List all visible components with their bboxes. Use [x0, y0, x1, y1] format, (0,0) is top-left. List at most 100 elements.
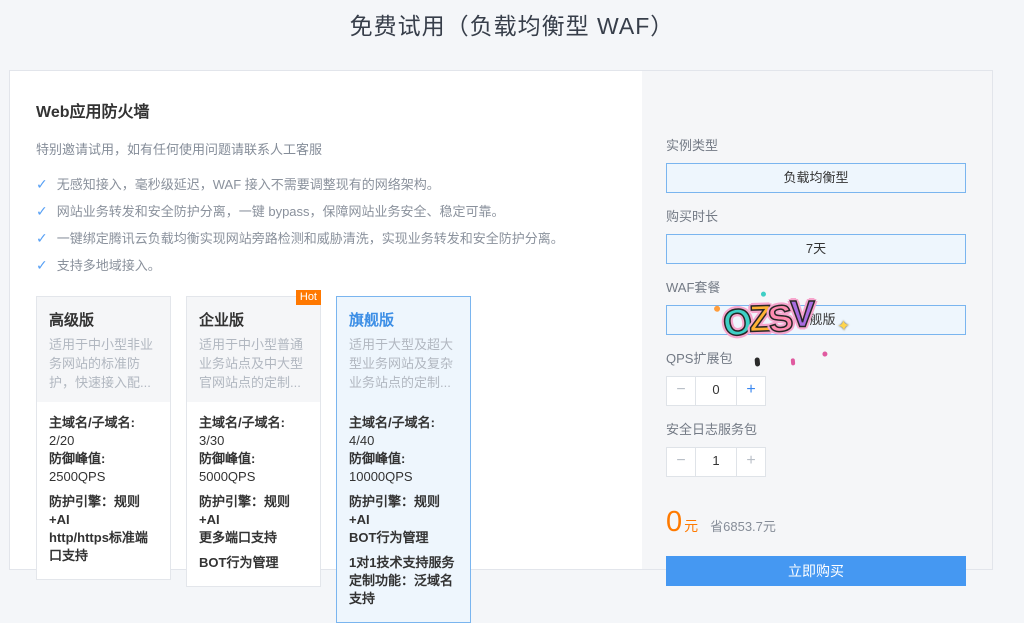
spec-label: http/https标准端口支持	[49, 530, 148, 563]
duration-select[interactable]: 7天	[666, 234, 966, 264]
spec-group: 防护引擎：规则+AI BOT行为管理	[349, 493, 458, 547]
spec-value: 10000QPS	[349, 469, 413, 484]
spec-line: 防御峰值: 5000QPS	[199, 450, 308, 486]
qps-pack-stepper: − 0 +	[666, 376, 766, 406]
order-config-sidebar: 实例类型 负载均衡型 购买时长 7天 WAF套餐 旗舰版 QPS扩展包 − 0 …	[642, 71, 992, 569]
instance-type-select[interactable]: 负载均衡型	[666, 163, 966, 193]
spec-label: 更多端口支持	[199, 530, 277, 545]
spec-line: 1对1技术支持服务	[349, 554, 458, 572]
spec-label: 防护引擎：规则+AI	[199, 494, 290, 527]
feature-text: 网站业务转发和安全防护分离，一键 bypass，保障网站业务安全、稳定可靠。	[57, 204, 505, 219]
product-subtitle: 特别邀请试用，如有任何使用问题请联系人工客服	[36, 139, 623, 158]
plan-header: 企业版 适用于中小型普通业务站点及中大型官网站点的定制...	[187, 297, 320, 402]
plan-description: 适用于中小型非业务网站的标准防护，快速接入配...	[49, 335, 158, 392]
plan-specs: 主域名/子域名: 3/30 防御峰值: 5000QPS 防护引擎：规则+AI 更…	[187, 402, 320, 586]
spec-value: 2500QPS	[49, 469, 105, 484]
spec-line: http/https标准端口支持	[49, 529, 158, 565]
plan-card-enterprise[interactable]: Hot 企业版 适用于中小型普通业务站点及中大型官网站点的定制... 主域名/子…	[186, 296, 321, 587]
plus-icon[interactable]: +	[737, 448, 765, 476]
spec-label: 防护引擎：规则+AI	[349, 494, 440, 527]
spec-group: 1对1技术支持服务 定制功能：泛域名支持	[349, 554, 458, 608]
plan-card-flagship[interactable]: 旗舰版 适用于大型及超大型业务网站及复杂业务站点的定制... 主域名/子域名: …	[336, 296, 471, 623]
spec-group: 防护引擎：规则+AI 更多端口支持	[199, 493, 308, 547]
waf-package-select[interactable]: 旗舰版	[666, 305, 966, 335]
spec-line: 防护引擎：规则+AI	[199, 493, 308, 529]
plan-name: 高级版	[49, 309, 158, 330]
spec-label: 主域名/子域名:	[49, 415, 135, 430]
spec-value: 3/30	[199, 433, 224, 448]
spec-group: 防护引擎：规则+AI http/https标准端口支持	[49, 493, 158, 565]
spec-label: 防御峰值:	[349, 451, 405, 466]
purchase-panel: Web应用防火墙 特别邀请试用，如有任何使用问题请联系人工客服 ✓ 无感知接入，毫…	[9, 70, 993, 570]
spec-value: 2/20	[49, 433, 74, 448]
price-row: 0 元 省6853.7元	[666, 506, 966, 539]
spec-label: 定制功能：泛域名支持	[349, 573, 453, 606]
log-pack-value[interactable]: 1	[695, 448, 737, 476]
feature-item: ✓ 无感知接入，毫秒级延迟，WAF 接入不需要调整现有的网络架构。	[36, 171, 623, 198]
waf-package-label: WAF套餐	[666, 277, 966, 296]
spec-line: 主域名/子域名: 3/30	[199, 414, 308, 450]
plan-name: 企业版	[199, 309, 308, 330]
spec-label: 主域名/子域名:	[349, 415, 435, 430]
price-currency: 元	[684, 516, 698, 536]
plan-name: 旗舰版	[349, 309, 458, 330]
minus-icon[interactable]: −	[667, 377, 695, 405]
feature-item: ✓一键绑定腾讯云负载均衡实现网站旁路检测和威胁清洗，实现业务转发和安全防护分离。	[36, 225, 623, 252]
spec-line: 主域名/子域名: 4/40	[349, 414, 458, 450]
log-pack-stepper: − 1 +	[666, 447, 766, 477]
qps-pack-value[interactable]: 0	[695, 377, 737, 405]
check-icon: ✓	[36, 176, 48, 192]
spec-group: 主域名/子域名: 4/40 防御峰值: 10000QPS	[349, 414, 458, 486]
qps-pack-label: QPS扩展包	[666, 348, 966, 367]
feature-item: ✓ 支持多地域接入。	[36, 252, 623, 279]
feature-text: 支持多地域接入。	[57, 258, 161, 273]
hot-badge: Hot	[296, 290, 321, 305]
feature-text: 一键绑定腾讯云负载均衡实现网站旁路检测和威胁清洗，实现业务转发和安全防护分离。	[57, 231, 564, 246]
spec-line: 防御峰值: 10000QPS	[349, 450, 458, 486]
plan-card-advanced[interactable]: 高级版 适用于中小型非业务网站的标准防护，快速接入配... 主域名/子域名: 2…	[36, 296, 171, 580]
feature-list: ✓ 无感知接入，毫秒级延迟，WAF 接入不需要调整现有的网络架构。 ✓ 网站业务转发…	[36, 171, 623, 279]
plan-description: 适用于大型及超大型业务网站及复杂业务站点的定制...	[349, 335, 458, 392]
minus-icon[interactable]: −	[667, 448, 695, 476]
spec-line: 防护引擎：规则+AI	[49, 493, 158, 529]
page-title: 免费试用（负载均衡型 WAF）	[0, 0, 1024, 41]
spec-line: BOT行为管理	[349, 529, 458, 547]
product-title: Web应用防火墙	[36, 98, 623, 122]
spec-label: BOT行为管理	[349, 530, 428, 545]
spec-line: 更多端口支持	[199, 529, 308, 547]
spec-line: 防御峰值: 2500QPS	[49, 450, 158, 486]
log-pack-label: 安全日志服务包	[666, 419, 966, 438]
feature-item: ✓ 网站业务转发和安全防护分离，一键 bypass，保障网站业务安全、稳定可靠。	[36, 198, 623, 225]
spec-group: 主域名/子域名: 2/20 防御峰值: 2500QPS	[49, 414, 158, 486]
spec-group: BOT行为管理	[199, 554, 308, 572]
spec-label: 主域名/子域名:	[199, 415, 285, 430]
plan-card-list: 高级版 适用于中小型非业务网站的标准防护，快速接入配... 主域名/子域名: 2…	[36, 296, 623, 623]
instance-type-label: 实例类型	[666, 135, 966, 154]
spec-label: 1对1技术支持服务	[349, 555, 454, 570]
spec-value: 5000QPS	[199, 469, 255, 484]
spec-line: 防护引擎：规则+AI	[349, 493, 458, 529]
feature-text: 无感知接入，毫秒级延迟，WAF 接入不需要调整现有的网络架构。	[57, 177, 440, 192]
plan-description: 适用于中小型普通业务站点及中大型官网站点的定制...	[199, 335, 308, 392]
spec-line: BOT行为管理	[199, 554, 308, 572]
plan-specs: 主域名/子域名: 4/40 防御峰值: 10000QPS 防护引擎：规则+AI …	[337, 402, 470, 622]
spec-label: 防护引擎：规则+AI	[49, 494, 140, 527]
buy-now-button[interactable]: 立即购买	[666, 556, 966, 586]
check-icon: ✓	[36, 257, 48, 273]
check-icon: ✓	[36, 203, 48, 219]
price-amount: 0	[666, 506, 682, 539]
plan-specs: 主域名/子域名: 2/20 防御峰值: 2500QPS 防护引擎：规则+AI h…	[37, 402, 170, 579]
spec-value: 4/40	[349, 433, 374, 448]
spec-label: 防御峰值:	[199, 451, 255, 466]
plan-header: 高级版 适用于中小型非业务网站的标准防护，快速接入配...	[37, 297, 170, 402]
spec-group: 主域名/子域名: 3/30 防御峰值: 5000QPS	[199, 414, 308, 486]
product-info-section: Web应用防火墙 特别邀请试用，如有任何使用问题请联系人工客服 ✓ 无感知接入，毫…	[10, 71, 643, 623]
duration-label: 购买时长	[666, 206, 966, 225]
plan-header: 旗舰版 适用于大型及超大型业务网站及复杂业务站点的定制...	[337, 297, 470, 402]
spec-label: 防御峰值:	[49, 451, 105, 466]
plus-icon[interactable]: +	[737, 377, 765, 405]
spec-line: 定制功能：泛域名支持	[349, 572, 458, 608]
spec-line: 主域名/子域名: 2/20	[49, 414, 158, 450]
spec-label: BOT行为管理	[199, 555, 278, 570]
price-savings: 省6853.7元	[710, 516, 776, 535]
